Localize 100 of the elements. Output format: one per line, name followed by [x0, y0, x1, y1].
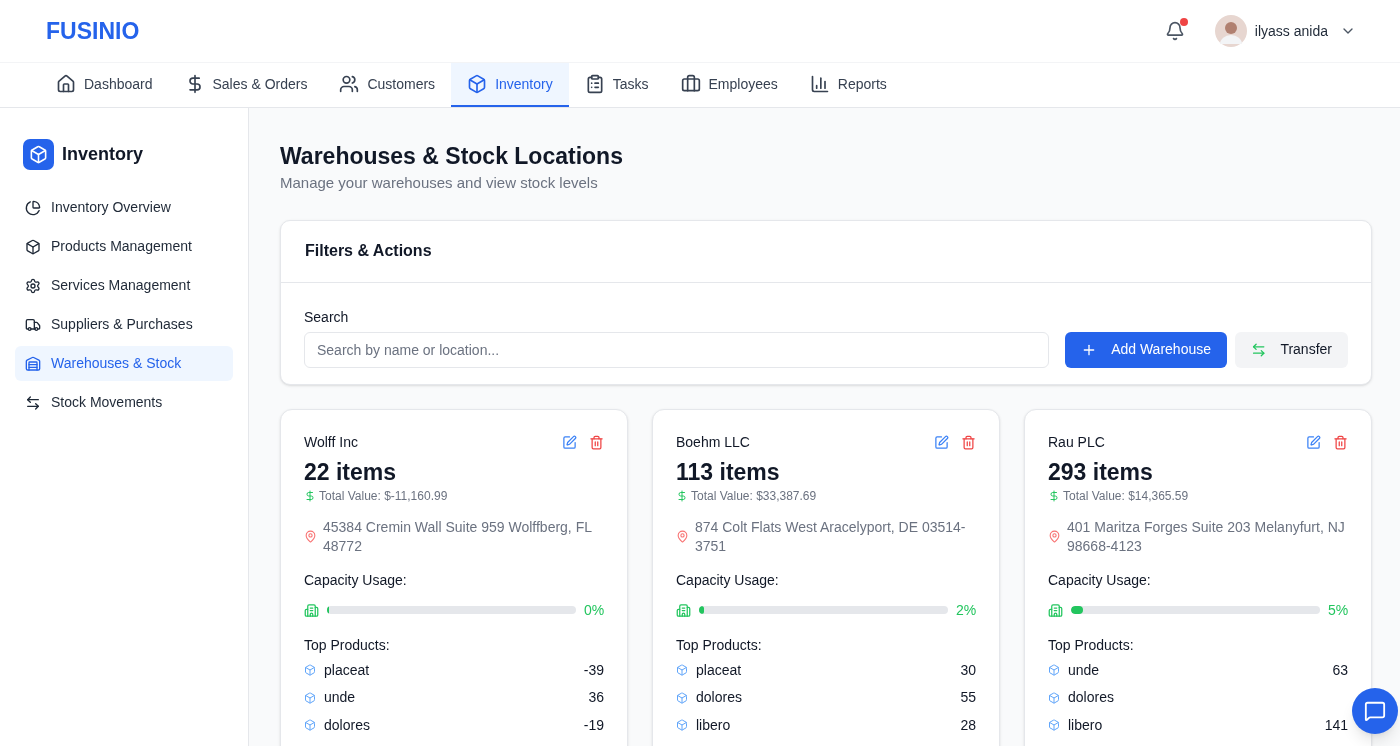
edit-icon[interactable] [1306, 434, 1321, 450]
product-name: dolores [1068, 688, 1115, 708]
box-icon [304, 719, 316, 732]
sidebar-item[interactable]: Warehouses & Stock [15, 346, 233, 381]
product-quantity: 36 [588, 688, 604, 708]
total-value: Total Value: $33,387.69 [691, 487, 817, 505]
warehouse-name: Boehm LLC [676, 432, 750, 452]
dollar-icon [1048, 489, 1060, 502]
chat-button[interactable] [1352, 688, 1398, 734]
product-name: placeat [324, 660, 371, 680]
product-name: unde [324, 688, 357, 708]
transfer-button[interactable]: Transfer [1235, 331, 1348, 368]
warehouse-icon [25, 355, 41, 372]
top-products-label: Top Products: [1048, 635, 1134, 655]
box-icon [676, 691, 688, 704]
capacity-label: Capacity Usage: [304, 570, 407, 590]
sidebar-item[interactable]: Services Management [15, 268, 233, 303]
avatar[interactable] [1214, 15, 1247, 47]
sidebar-item[interactable]: Inventory Overview [15, 190, 233, 225]
delete-icon[interactable] [961, 434, 976, 450]
item-count: 22 items [304, 457, 397, 487]
box-icon [25, 238, 41, 255]
arrows-icon [25, 394, 41, 411]
item-count: 293 items [1048, 457, 1153, 487]
product-quantity: 63 [1332, 660, 1348, 680]
building-icon [1048, 602, 1063, 618]
product-name: libero [696, 715, 732, 735]
warehouse-name: Wolff Inc [304, 432, 358, 452]
box-icon [467, 74, 488, 94]
capacity-percent: 0% [584, 600, 604, 620]
product-name: dolores [324, 715, 371, 735]
search-field[interactable]: Search by name or location... [304, 331, 1050, 368]
box-icon [304, 664, 316, 677]
sidebar-title: Inventory [62, 143, 144, 166]
capacity-percent: 2% [956, 600, 976, 620]
warehouse-address: 874 Colt Flats West Aracelyport, DE 03514-3751 [695, 517, 967, 556]
edit-icon[interactable] [562, 434, 577, 450]
capacity-label: Capacity Usage: [1048, 570, 1151, 590]
total-value: Total Value: $-11,160.99 [319, 487, 448, 505]
inventory-badge-icon [23, 139, 54, 170]
box-icon [1048, 691, 1060, 704]
truck-icon [25, 316, 41, 333]
box-icon [676, 719, 688, 732]
top-products-label: Top Products: [676, 635, 762, 655]
pie-chart-icon [25, 199, 41, 216]
product-quantity: -19 [583, 715, 604, 735]
delete-icon[interactable] [589, 434, 604, 450]
product-name: unde [1068, 660, 1101, 680]
product-name: placeat [696, 660, 743, 680]
sidebar-item[interactable]: Suppliers & Purchases [15, 307, 233, 342]
product-name: libero [1068, 715, 1104, 735]
nav-tab[interactable]: Dashboard [40, 63, 169, 107]
product-name: dolores [696, 688, 743, 708]
top-products-label: Top Products: [304, 635, 390, 655]
building-icon [676, 602, 691, 618]
notification-icon[interactable] [1164, 21, 1185, 41]
nav-tab[interactable]: Customers [323, 63, 452, 107]
product-quantity: -39 [583, 660, 604, 680]
users-icon [339, 74, 360, 94]
dollar-icon [304, 489, 316, 502]
brand-logo[interactable]: FUSINIO [46, 13, 140, 49]
page-subtitle: Manage your warehouses and view stock levels [280, 173, 599, 193]
card-title: Filters & Actions [305, 241, 432, 261]
capacity-label: Capacity Usage: [676, 570, 779, 590]
search-label: Search [304, 307, 349, 327]
box-icon [1048, 664, 1060, 677]
bar-chart-icon [809, 74, 830, 94]
nav-tab[interactable]: Reports [793, 63, 903, 107]
total-value: Total Value: $14,365.59 [1063, 487, 1189, 505]
add-warehouse-button[interactable]: Add Warehouse [1065, 331, 1227, 368]
briefcase-icon [680, 74, 701, 94]
product-quantity: 55 [960, 688, 976, 708]
arrows-icon [1251, 341, 1267, 358]
location-pin-icon [304, 530, 317, 543]
warehouse-address: 45384 Cremin Wall Suite 959 Wolffberg, FL 48772 [323, 517, 593, 556]
delete-icon[interactable] [1333, 434, 1348, 450]
chat-icon [1364, 700, 1386, 722]
box-icon [304, 691, 316, 704]
dollar-icon [676, 489, 688, 502]
nav-tab[interactable]: Inventory [451, 63, 569, 107]
product-quantity: 141 [1324, 715, 1348, 735]
warehouse-name: Rau PLC [1048, 432, 1105, 452]
settings-icon [25, 277, 41, 294]
nav-tab[interactable]: Employees [664, 63, 794, 107]
page-title: Warehouses & Stock Locations [280, 142, 624, 171]
location-pin-icon [1048, 530, 1061, 543]
product-quantity: 28 [960, 715, 976, 735]
user-name[interactable]: ilyass anida [1254, 20, 1328, 42]
sidebar-item[interactable]: Stock Movements [15, 385, 233, 420]
nav-tab[interactable]: Tasks [568, 63, 665, 107]
product-quantity: 30 [960, 660, 976, 680]
nav-tab[interactable]: Sales & Orders [168, 63, 324, 107]
box-icon [676, 664, 688, 677]
edit-icon[interactable] [934, 434, 949, 450]
home-icon [56, 74, 76, 94]
warehouse-address: 401 Maritza Forges Suite 203 Melanyfurt, NJ 98668-4123 [1067, 517, 1346, 556]
capacity-percent: 5% [1328, 600, 1348, 620]
sidebar-item[interactable]: Products Management [15, 229, 233, 264]
box-icon [1048, 719, 1060, 732]
building-icon [304, 602, 319, 618]
